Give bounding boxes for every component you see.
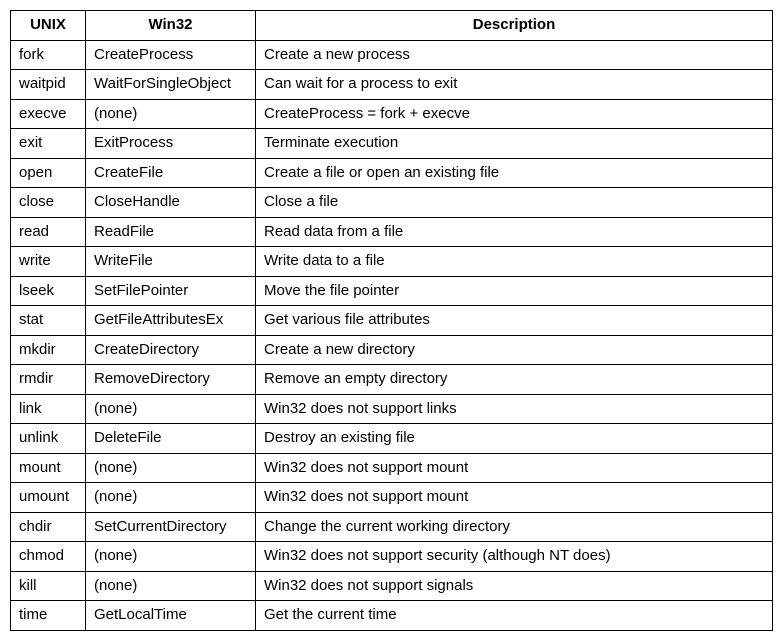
table-row: writeWriteFileWrite data to a file	[11, 247, 773, 277]
table-row: rmdirRemoveDirectoryRemove an empty dire…	[11, 365, 773, 395]
syscall-comparison-table: UNIX Win32 Description forkCreateProcess…	[10, 10, 773, 631]
cell-unix: rmdir	[11, 365, 86, 395]
cell-unix: kill	[11, 571, 86, 601]
cell-win32: SetCurrentDirectory	[86, 512, 256, 542]
cell-win32: GetLocalTime	[86, 601, 256, 631]
cell-description: Write data to a file	[256, 247, 773, 277]
cell-unix: write	[11, 247, 86, 277]
cell-description: Close a file	[256, 188, 773, 218]
cell-win32: CreateDirectory	[86, 335, 256, 365]
cell-win32: CreateFile	[86, 158, 256, 188]
table-row: mount(none)Win32 does not support mount	[11, 453, 773, 483]
header-unix: UNIX	[11, 11, 86, 41]
cell-description: Change the current working directory	[256, 512, 773, 542]
table-row: umount(none)Win32 does not support mount	[11, 483, 773, 513]
cell-description: Destroy an existing file	[256, 424, 773, 454]
cell-win32: WriteFile	[86, 247, 256, 277]
cell-win32: ReadFile	[86, 217, 256, 247]
cell-description: Create a new process	[256, 40, 773, 70]
cell-description: Create a new directory	[256, 335, 773, 365]
cell-unix: waitpid	[11, 70, 86, 100]
table-row: unlinkDeleteFileDestroy an existing file	[11, 424, 773, 454]
cell-unix: stat	[11, 306, 86, 336]
cell-unix: mount	[11, 453, 86, 483]
table-row: mkdirCreateDirectoryCreate a new directo…	[11, 335, 773, 365]
cell-description: Win32 does not support links	[256, 394, 773, 424]
table-row: timeGetLocalTimeGet the current time	[11, 601, 773, 631]
cell-win32: WaitForSingleObject	[86, 70, 256, 100]
cell-description: Move the file pointer	[256, 276, 773, 306]
table-row: forkCreateProcessCreate a new process	[11, 40, 773, 70]
table-row: link(none)Win32 does not support links	[11, 394, 773, 424]
cell-unix: umount	[11, 483, 86, 513]
table-row: execve(none)CreateProcess = fork + execv…	[11, 99, 773, 129]
cell-unix: open	[11, 158, 86, 188]
cell-win32: (none)	[86, 571, 256, 601]
cell-win32: (none)	[86, 394, 256, 424]
cell-unix: exit	[11, 129, 86, 159]
table-row: lseekSetFilePointerMove the file pointer	[11, 276, 773, 306]
cell-unix: lseek	[11, 276, 86, 306]
cell-win32: RemoveDirectory	[86, 365, 256, 395]
cell-unix: close	[11, 188, 86, 218]
cell-win32: DeleteFile	[86, 424, 256, 454]
cell-description: Win32 does not support security (althoug…	[256, 542, 773, 572]
cell-unix: execve	[11, 99, 86, 129]
cell-unix: mkdir	[11, 335, 86, 365]
cell-unix: read	[11, 217, 86, 247]
cell-unix: time	[11, 601, 86, 631]
cell-description: Get various file attributes	[256, 306, 773, 336]
cell-description: Create a file or open an existing file	[256, 158, 773, 188]
cell-win32: (none)	[86, 453, 256, 483]
cell-win32: CreateProcess	[86, 40, 256, 70]
cell-unix: chdir	[11, 512, 86, 542]
table-row: closeCloseHandleClose a file	[11, 188, 773, 218]
cell-unix: fork	[11, 40, 86, 70]
cell-win32: ExitProcess	[86, 129, 256, 159]
table-row: kill(none)Win32 does not support signals	[11, 571, 773, 601]
table-row: chdirSetCurrentDirectoryChange the curre…	[11, 512, 773, 542]
table-row: openCreateFileCreate a file or open an e…	[11, 158, 773, 188]
cell-win32: CloseHandle	[86, 188, 256, 218]
table-row: exitExitProcessTerminate execution	[11, 129, 773, 159]
cell-unix: unlink	[11, 424, 86, 454]
cell-description: Win32 does not support mount	[256, 483, 773, 513]
table-row: chmod(none)Win32 does not support securi…	[11, 542, 773, 572]
cell-unix: chmod	[11, 542, 86, 572]
cell-win32: (none)	[86, 483, 256, 513]
cell-unix: link	[11, 394, 86, 424]
cell-description: Win32 does not support signals	[256, 571, 773, 601]
cell-description: Win32 does not support mount	[256, 453, 773, 483]
header-row: UNIX Win32 Description	[11, 11, 773, 41]
cell-description: Remove an empty directory	[256, 365, 773, 395]
cell-win32: (none)	[86, 99, 256, 129]
header-description: Description	[256, 11, 773, 41]
cell-win32: (none)	[86, 542, 256, 572]
cell-win32: GetFileAttributesEx	[86, 306, 256, 336]
cell-description: Get the current time	[256, 601, 773, 631]
cell-description: Can wait for a process to exit	[256, 70, 773, 100]
cell-description: Read data from a file	[256, 217, 773, 247]
cell-description: Terminate execution	[256, 129, 773, 159]
cell-description: CreateProcess = fork + execve	[256, 99, 773, 129]
table-row: readReadFileRead data from a file	[11, 217, 773, 247]
table-row: waitpidWaitForSingleObjectCan wait for a…	[11, 70, 773, 100]
table-row: statGetFileAttributesExGet various file …	[11, 306, 773, 336]
cell-win32: SetFilePointer	[86, 276, 256, 306]
header-win32: Win32	[86, 11, 256, 41]
